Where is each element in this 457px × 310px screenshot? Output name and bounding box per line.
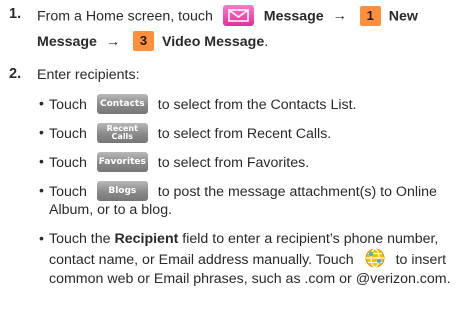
recent-calls-description: to select from Recent Calls. — [157, 125, 332, 142]
recent-calls-softkey: Recent Calls — [96, 123, 148, 143]
arrow-icon: → — [105, 33, 121, 50]
new-message-label-part: New — [388, 8, 418, 25]
key-3-icon: 3 — [133, 31, 155, 51]
new-message-label-part-2: Message — [37, 33, 97, 50]
bullet-blogs: Touch Blogs to post the message attachme… — [49, 181, 437, 202]
recipient-text-c: field to enter a recipient’s phone numbe… — [182, 231, 439, 247]
bullet-dot: • — [39, 124, 44, 140]
insert-text: to insert — [395, 251, 447, 268]
bullet-favorites: Touch Favorites to select from Favorites… — [49, 152, 310, 173]
step-1-number: 1. — [9, 6, 22, 22]
bullet-contacts: Touch Contacts to select from the Contac… — [49, 94, 357, 115]
bullet-dot: • — [39, 230, 44, 246]
recent-calls-key-line-2: Calls — [111, 132, 134, 141]
bullet-recent-calls: Touch Recent Calls to select from Recent … — [49, 123, 332, 144]
bullet-recipient-line-1: Touch the Recipient field to enter a rec… — [49, 230, 438, 248]
bullet-dot: • — [39, 95, 44, 111]
video-message-label: Video Message — [161, 33, 265, 50]
bullet-dot: • — [39, 153, 44, 169]
recipient-text-a: Touch the — [49, 231, 111, 247]
recipient-field-label: Recipient — [114, 231, 179, 247]
bullet-dot: • — [39, 182, 44, 198]
contacts-description: to select from the Contacts List. — [157, 96, 357, 113]
blogs-description-line-2: Album, or to a blog. — [49, 202, 173, 218]
bullet-recipient-line-2: contact name, or Email address manually.… — [49, 248, 447, 270]
message-envelope-icon — [222, 5, 254, 26]
key-1-icon: 1 — [359, 5, 381, 26]
globe-icon — [365, 248, 385, 268]
instruction-document: 1. From a Home screen, touch Message → 1… — [0, 0, 457, 310]
touch-text: Touch — [49, 125, 87, 142]
contacts-softkey: Contacts — [96, 94, 148, 114]
step-2-number: 2. — [9, 66, 22, 82]
touch-text: Touch — [49, 183, 87, 200]
favorites-softkey: Favorites — [96, 152, 148, 172]
step-2-text: Enter recipients: — [37, 67, 140, 83]
step-1-line-2: Message → 3 Video Message. — [37, 31, 269, 52]
blogs-softkey: Blogs — [96, 181, 148, 201]
bullet-recipient-line-3: common web or Email phrases, such as .co… — [49, 271, 451, 287]
blogs-description: to post the message attachment(s) to Onl… — [157, 183, 437, 200]
step-1-line-1: From a Home screen, touch Message → 1 Ne… — [37, 5, 418, 27]
favorites-description: to select from Favorites. — [157, 154, 310, 171]
recipient-manual-text: contact name, or Email address manually.… — [49, 251, 354, 268]
arrow-icon: → — [332, 8, 347, 25]
step-1-prefix: From a Home screen, touch — [37, 8, 213, 25]
touch-text: Touch — [49, 154, 87, 171]
message-label: Message — [263, 8, 324, 25]
touch-text: Touch — [49, 96, 87, 113]
period: . — [264, 33, 269, 50]
